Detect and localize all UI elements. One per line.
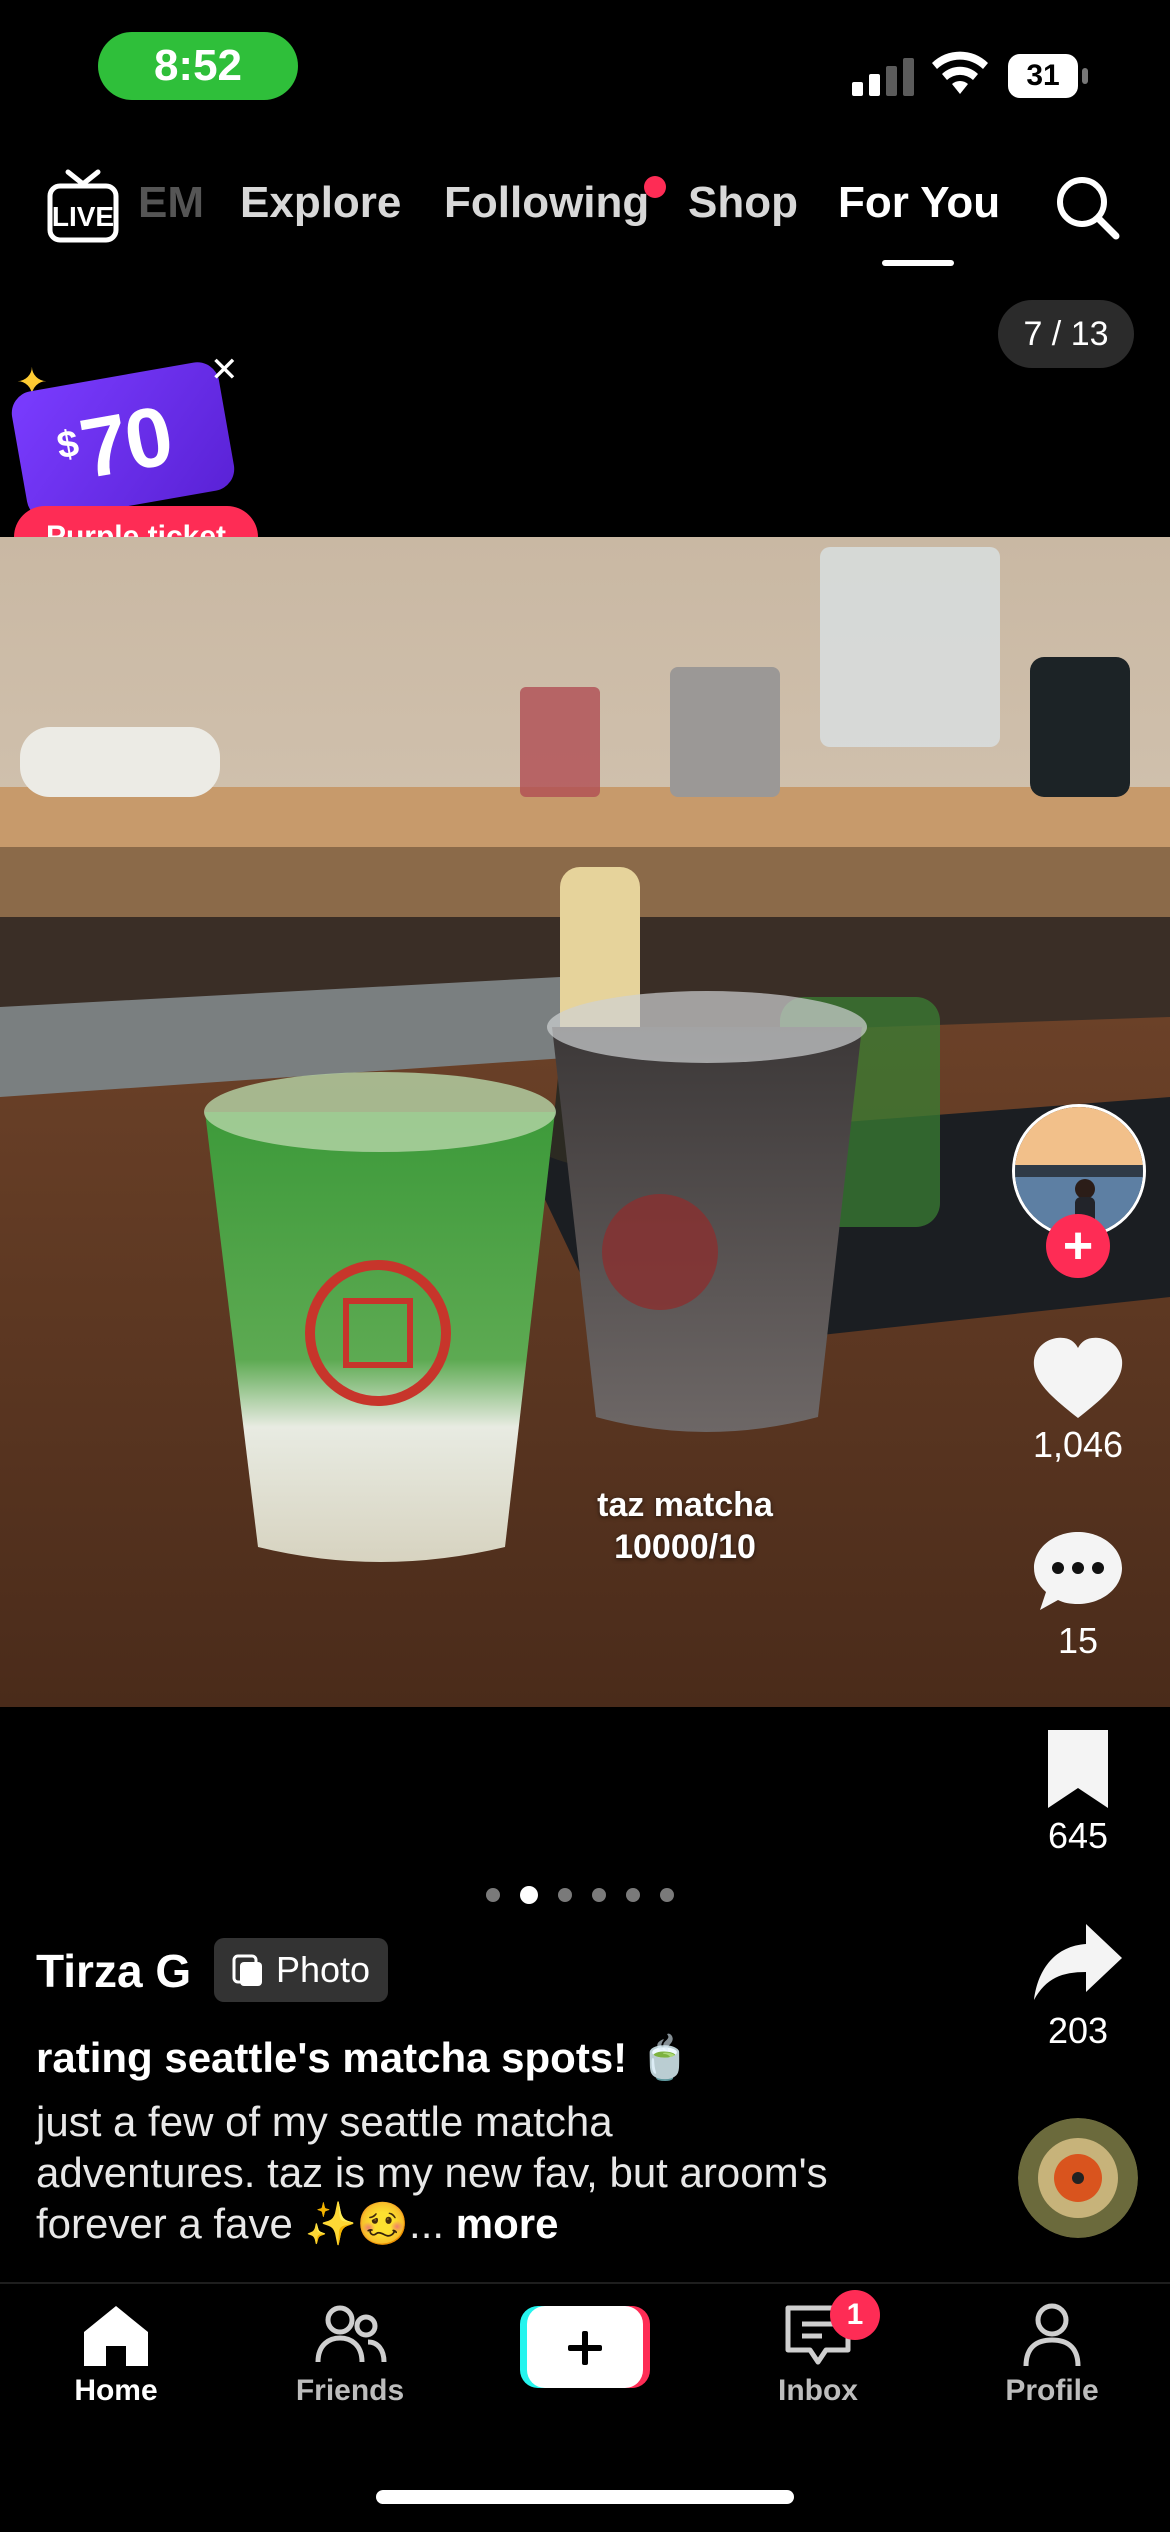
carousel-dots bbox=[486, 1886, 674, 1904]
battery-icon: 31 bbox=[1008, 54, 1088, 98]
tab-inbox[interactable]: Inbox bbox=[718, 2300, 918, 2408]
tab-friends[interactable]: Friends bbox=[250, 2300, 450, 2408]
friends-icon bbox=[315, 2305, 387, 2363]
photo-badge: Photo bbox=[214, 1938, 389, 2002]
photo-badge-label: Photo bbox=[276, 1949, 371, 1990]
share-icon[interactable] bbox=[1030, 1920, 1126, 2006]
carousel-dot bbox=[486, 1888, 500, 1902]
save-count: 645 bbox=[1047, 1815, 1109, 1856]
like-count: 1,046 bbox=[1032, 1424, 1124, 1465]
live-icon[interactable]: LIVE bbox=[46, 168, 120, 244]
tab-em[interactable]: EM bbox=[138, 178, 204, 228]
tab-following[interactable]: Following bbox=[444, 178, 649, 228]
battery-level: 31 bbox=[1008, 54, 1078, 98]
create-button[interactable] bbox=[520, 2306, 650, 2388]
tab-for-you[interactable]: For You bbox=[838, 178, 1000, 228]
cellular-signal-icon bbox=[852, 58, 914, 96]
carousel-dot bbox=[626, 1888, 640, 1902]
photo-stack-icon bbox=[232, 1954, 262, 1986]
share-count: 203 bbox=[1047, 2010, 1109, 2051]
tab-explore[interactable]: Explore bbox=[240, 178, 401, 228]
post-title: rating seattle's matcha spots! 🍵 bbox=[36, 2034, 692, 2081]
more-link[interactable]: more bbox=[456, 2200, 559, 2247]
wifi-icon bbox=[932, 51, 988, 94]
comment-count: 15 bbox=[1057, 1620, 1099, 1661]
tab-profile-label: Profile bbox=[1005, 2374, 1099, 2407]
author-name[interactable]: Tirza G bbox=[36, 1944, 191, 1998]
tab-home[interactable]: Home bbox=[16, 2300, 216, 2408]
ticket-amount: $70 bbox=[53, 387, 178, 497]
music-disc[interactable] bbox=[1018, 2118, 1138, 2238]
post-description[interactable]: just a few of my seattle matcha adventur… bbox=[36, 2096, 836, 2249]
bookmark-icon[interactable] bbox=[1030, 1726, 1126, 1812]
tab-inbox-label: Inbox bbox=[778, 2374, 858, 2407]
comment-icon[interactable] bbox=[1030, 1528, 1126, 1614]
photo-caption-overlay: taz matcha 10000/10 bbox=[597, 1486, 773, 1566]
status-time: 8:52 bbox=[98, 32, 298, 100]
tab-friends-label: Friends bbox=[295, 2374, 405, 2407]
search-icon[interactable] bbox=[1052, 172, 1122, 242]
active-tab-indicator bbox=[882, 260, 954, 266]
svg-text:LIVE: LIVE bbox=[52, 201, 114, 232]
bottom-bar-divider bbox=[0, 2282, 1170, 2284]
home-icon bbox=[84, 2306, 148, 2366]
carousel-dot bbox=[592, 1888, 606, 1902]
heart-icon[interactable] bbox=[1030, 1336, 1126, 1422]
carousel-dot bbox=[558, 1888, 572, 1902]
inbox-badge: 1 bbox=[830, 2290, 880, 2340]
carousel-dot bbox=[660, 1888, 674, 1902]
photo-counter: 7 / 13 bbox=[998, 300, 1134, 368]
tab-home-label: Home bbox=[74, 2374, 158, 2407]
profile-icon bbox=[1023, 2303, 1081, 2367]
tab-profile[interactable]: Profile bbox=[952, 2300, 1152, 2408]
tab-shop[interactable]: Shop bbox=[688, 178, 798, 228]
follow-button[interactable]: + bbox=[1046, 1214, 1110, 1278]
close-icon[interactable]: ✕ bbox=[210, 350, 239, 390]
carousel-dot-active bbox=[520, 1886, 538, 1904]
following-notification-dot bbox=[644, 176, 666, 198]
home-indicator[interactable] bbox=[376, 2490, 794, 2504]
